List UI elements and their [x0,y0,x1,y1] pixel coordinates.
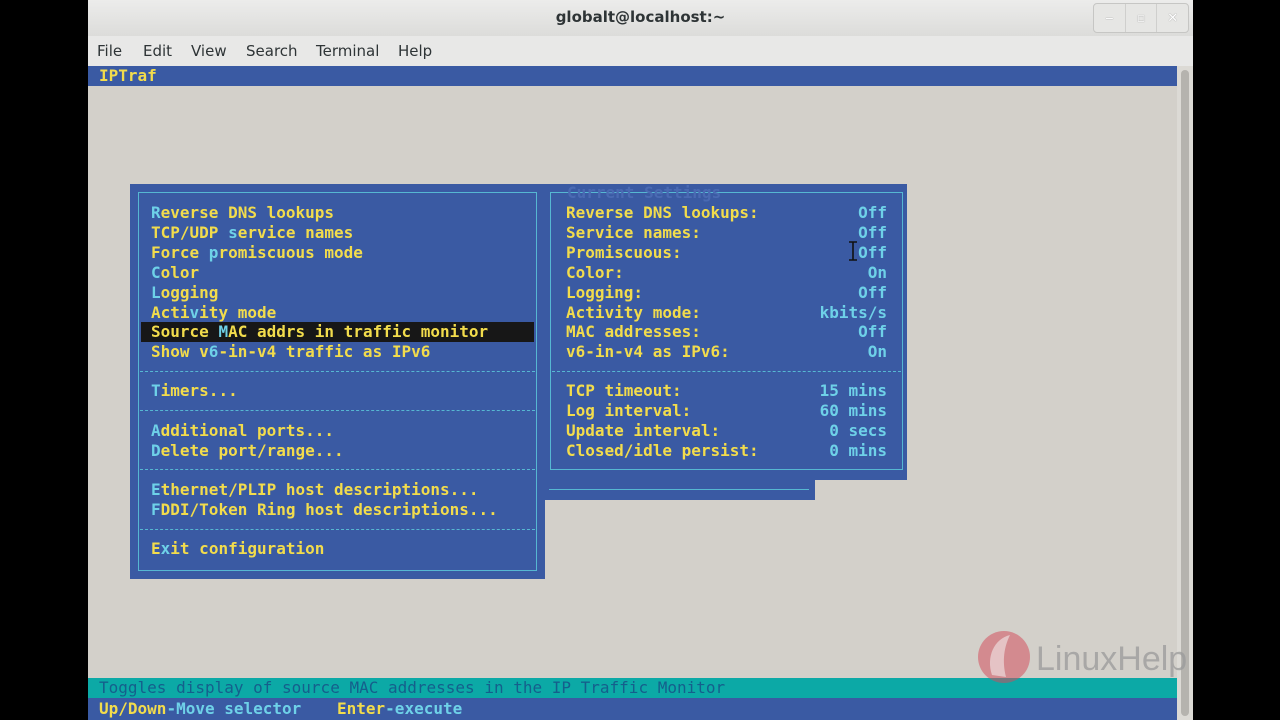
setting-value: 0 secs [829,421,887,440]
remnant-border-line [549,489,809,490]
menu-item-source-mac[interactable]: Source MAC addrs in traffic monitor [141,322,534,342]
menu-separator [140,529,535,530]
menu-item-source-mac-label: Source MAC addrs in traffic monitor [151,322,489,341]
menu-item-delete-port[interactable]: Delete port/range... [151,441,344,461]
menu-help[interactable]: Help [398,42,432,60]
setting-value: 0 mins [829,441,887,460]
setting-label: Closed/idle persist: [566,441,759,460]
menu-item-exit-configuration[interactable]: Exit configuration [151,539,324,559]
setting-label: Log interval: [566,401,692,420]
menu-item-activity-mode[interactable]: Activity mode [151,303,276,323]
settings-panel-remnant [545,479,815,500]
setting-label: Service names: [566,223,701,242]
menu-item-v6-in-v4[interactable]: Show v6-in-v4 traffic as IPv6 [151,342,430,362]
menu-separator [140,469,535,470]
key-hint-updown: Up/Down-Move selector [99,699,302,718]
setting-value: On [867,263,887,282]
setting-value: 60 mins [819,401,887,420]
iptraf-title-bar: IPTraf [88,66,1177,86]
setting-label: Logging: [566,283,644,302]
menu-item-color[interactable]: Color [151,263,199,283]
menu-terminal[interactable]: Terminal [316,42,379,60]
menu-edit[interactable]: Edit [143,42,172,60]
menu-item-promiscuous[interactable]: Force promiscuous mode [151,243,363,263]
linuxhelp-watermark-logo: LinuxHelp [978,631,1187,683]
menu-item-ethernet-descriptions[interactable]: Ethernet/PLIP host descriptions... [151,480,479,500]
setting-label: Promiscuous: [566,243,682,262]
menu-view[interactable]: View [191,42,227,60]
menu-separator [140,410,535,411]
minimize-button[interactable]: ‒ [1094,4,1125,32]
menu-file[interactable]: File [97,42,122,60]
setting-label: v6-in-v4 as IPv6: [566,342,730,361]
menu-bar: File Edit View Search Terminal Help [88,36,1193,65]
key-help-bar: Up/Down-Move selector Enter-execute [88,698,1177,720]
setting-value: 15 mins [819,381,887,400]
menu-item-fddi-descriptions[interactable]: FDDI/Token Ring host descriptions... [151,500,498,520]
maximize-button[interactable]: ▫ [1124,4,1157,32]
setting-value: Off [858,283,887,302]
menu-item-additional-ports[interactable]: Additional ports... [151,421,334,441]
linuxhelp-watermark-text: LinuxHelp [1036,640,1187,678]
setting-label: Color: [566,263,624,282]
title-bar[interactable]: globalt@localhost:~ ‒ ▫ ✕ [88,0,1193,37]
menu-item-reverse-dns[interactable]: Reverse DNS lookups [151,203,334,223]
scrollbar-thumb[interactable] [1181,70,1189,716]
setting-value: On [867,342,887,361]
terminal-window: globalt@localhost:~ ‒ ▫ ✕ File Edit View… [88,0,1193,720]
setting-value: Off [858,322,887,341]
setting-label: Update interval: [566,421,721,440]
setting-value: kbits/s [819,303,887,322]
config-menu-dialog: Reverse DNS lookups TCP/UDP service name… [130,184,545,579]
menu-search[interactable]: Search [246,42,298,60]
window-controls: ‒ ▫ ✕ [1093,3,1189,33]
settings-separator [552,371,901,372]
close-button[interactable]: ✕ [1156,4,1188,32]
text-cursor-icon [849,241,857,261]
setting-label: TCP timeout: [566,381,682,400]
setting-value: Off [858,243,887,262]
setting-value: Off [858,223,887,242]
setting-label: Activity mode: [566,303,701,322]
setting-label: Reverse DNS lookups: [566,203,759,222]
menu-separator [140,371,535,372]
key-hint-enter: Enter-execute [337,699,463,718]
status-text: Toggles display of source MAC addresses … [99,678,726,697]
setting-label: MAC addresses: [566,322,701,341]
vertical-scrollbar[interactable] [1177,66,1193,720]
setting-value: Off [858,203,887,222]
terminal-area[interactable]: IPTraf Reverse DNS lookups TCP/UDP servi… [88,66,1177,720]
menu-item-logging[interactable]: Logging [151,283,218,303]
current-settings-panel: Current Settings Reverse DNS lookups: Of… [545,183,907,480]
window-title: globalt@localhost:~ [555,8,726,26]
menu-item-service-names[interactable]: TCP/UDP service names [151,223,353,243]
menu-item-timers[interactable]: Timers... [151,381,238,401]
app-title: IPTraf [99,66,157,85]
current-settings-heading: Current Settings [567,183,722,202]
